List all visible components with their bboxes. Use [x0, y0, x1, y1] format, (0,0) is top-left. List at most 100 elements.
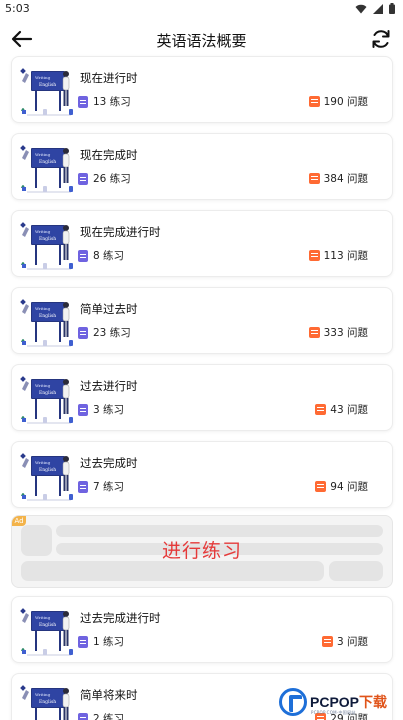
teacher-illustration: Writing English — [19, 682, 75, 720]
question-count-label: 43 问题 — [330, 404, 368, 416]
lesson-card[interactable]: Writing English 现在进行时 13 练习 190 问题 — [11, 56, 393, 123]
teacher-illustration: Writing English — [19, 142, 75, 194]
status-time: 5:03 — [5, 2, 30, 15]
question-count-label: 3 问题 — [336, 636, 368, 648]
document-icon — [78, 326, 88, 339]
document-icon — [78, 249, 88, 262]
site-watermark: PCPOP下载 PCPOP.COM·中国网站 — [279, 683, 403, 720]
question-count-label: 190 问题 — [323, 96, 368, 108]
exercise-count-label: 3 练习 — [93, 404, 125, 416]
lesson-title: 过去进行时 — [80, 379, 138, 393]
svg-text:Writing: Writing — [35, 692, 51, 697]
svg-text:Writing: Writing — [35, 306, 51, 311]
teacher-illustration: Writing English — [19, 605, 75, 657]
svg-text:English: English — [39, 159, 56, 165]
question-count-label: 94 问题 — [330, 481, 368, 493]
lesson-card[interactable]: Writing English 现在完成时 26 练习 384 问题 — [11, 133, 393, 200]
svg-text:Writing: Writing — [35, 460, 51, 465]
question-count-label: 384 问题 — [323, 173, 368, 185]
lesson-title: 现在完成时 — [80, 148, 138, 162]
exercise-count-label: 13 练习 — [93, 96, 131, 108]
exercise-count-label: 2 练习 — [93, 713, 125, 720]
svg-text:Writing: Writing — [35, 383, 51, 388]
signal-icon — [373, 3, 383, 14]
lesson-title: 现在完成进行时 — [80, 225, 161, 239]
lesson-title: 过去完成进行时 — [80, 611, 161, 625]
lesson-title: 简单过去时 — [80, 302, 138, 316]
question-count: 94 问题 — [315, 479, 368, 494]
svg-text:English: English — [39, 390, 56, 396]
exercise-count: 23 练习 — [78, 325, 131, 340]
question-count-label: 333 问题 — [323, 327, 368, 339]
teacher-illustration: Writing English — [19, 65, 75, 117]
question-count: 333 问题 — [308, 325, 368, 340]
watermark-brand: PCPOP下载 — [310, 693, 388, 710]
wifi-icon — [355, 4, 367, 13]
svg-text:English: English — [39, 82, 56, 88]
question-count: 43 问题 — [315, 402, 368, 417]
question-count: 113 问题 — [308, 248, 368, 263]
document-icon — [78, 635, 88, 648]
exercise-count-label: 1 练习 — [93, 636, 125, 648]
exercise-count: 13 练习 — [78, 94, 131, 109]
lesson-title: 过去完成时 — [80, 456, 138, 470]
svg-text:English: English — [39, 699, 56, 705]
exercise-count: 8 练习 — [78, 248, 124, 263]
question-count: 3 问题 — [321, 634, 368, 649]
lesson-card[interactable]: Writing English 过去完成时 7 练习 94 问题 — [11, 441, 393, 508]
question-count-label: 113 问题 — [323, 250, 368, 262]
lesson-title: 现在进行时 — [80, 71, 138, 85]
question-list-icon — [308, 250, 320, 261]
exercise-count: 26 练习 — [78, 171, 131, 186]
question-list-icon — [308, 327, 320, 338]
exercise-count: 3 练习 — [78, 402, 124, 417]
ad-banner[interactable]: Ad 进行练习 — [11, 515, 393, 588]
lesson-card[interactable]: Writing English 过去完成进行时 1 练习 3 问题 — [11, 596, 393, 663]
exercise-count-label: 26 练习 — [93, 173, 131, 185]
lesson-card[interactable]: Writing English 现在完成进行时 8 练习 113 问题 — [11, 210, 393, 277]
exercise-count-label: 7 练习 — [93, 481, 125, 493]
document-icon — [78, 480, 88, 493]
question-list-icon — [315, 404, 327, 415]
lesson-card[interactable]: Writing English 简单过去时 23 练习 333 问题 — [11, 287, 393, 354]
question-list-icon — [308, 173, 320, 184]
document-icon — [78, 172, 88, 185]
teacher-illustration: Writing English — [19, 296, 75, 348]
lesson-title: 简单将来时 — [80, 688, 138, 702]
exercise-count: 1 练习 — [78, 634, 124, 649]
svg-text:Writing: Writing — [35, 229, 51, 234]
document-icon — [78, 403, 88, 416]
document-icon — [78, 712, 88, 720]
exercise-count-label: 8 练习 — [93, 250, 125, 262]
refresh-icon — [372, 30, 390, 48]
pcpop-logo-icon — [279, 687, 307, 716]
svg-text:Writing: Writing — [35, 75, 51, 80]
question-count: 190 问题 — [308, 94, 368, 109]
svg-text:Writing: Writing — [35, 152, 51, 157]
ad-placeholder-button — [329, 561, 383, 581]
svg-text:English: English — [39, 622, 56, 628]
question-count: 384 问题 — [308, 171, 368, 186]
svg-text:English: English — [39, 467, 56, 473]
teacher-illustration: Writing English — [19, 219, 75, 271]
teacher-illustration: Writing English — [19, 450, 75, 502]
refresh-button[interactable] — [368, 26, 394, 52]
svg-text:English: English — [39, 313, 56, 319]
exercise-count-label: 23 练习 — [93, 327, 131, 339]
watermark-subtitle: PCPOP.COM·中国网站 — [311, 710, 356, 715]
teacher-illustration: Writing English — [19, 373, 75, 425]
ad-text: 进行练习 — [161, 540, 242, 562]
ad-placeholder-bar — [21, 561, 324, 581]
battery-icon — [389, 3, 395, 14]
svg-text:English: English — [39, 236, 56, 242]
page-title: 英语语法概要 — [156, 32, 247, 50]
question-list-icon — [315, 481, 327, 492]
status-icons — [355, 3, 395, 14]
question-list-icon — [321, 636, 333, 647]
exercise-count: 2 练习 — [78, 711, 124, 720]
question-list-icon — [308, 96, 320, 107]
document-icon — [78, 95, 88, 108]
lesson-card[interactable]: Writing English 过去进行时 3 练习 43 问题 — [11, 364, 393, 431]
ad-badge: Ad — [12, 516, 26, 526]
app-bar: 英语语法概要 — [0, 18, 403, 60]
